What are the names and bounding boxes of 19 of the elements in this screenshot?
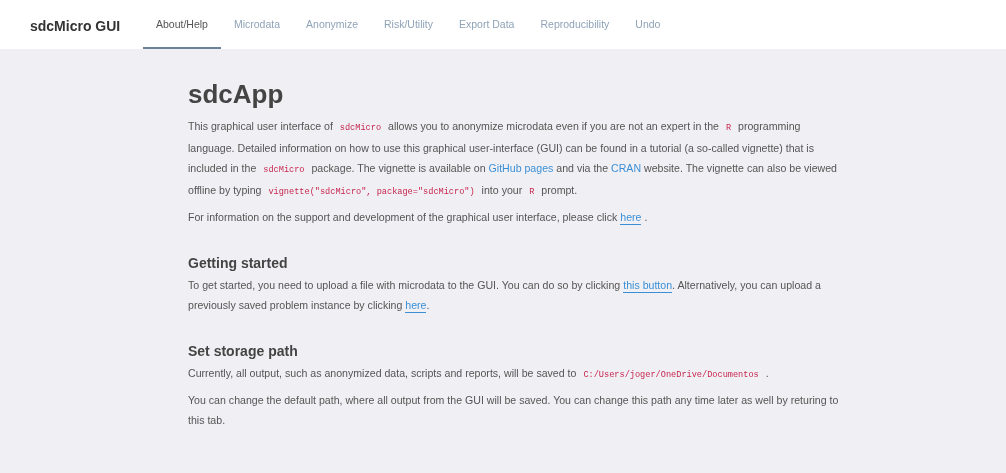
nav-tab[interactable]: Anonymize [293,0,371,49]
nav-tab[interactable]: Microdata [220,0,294,49]
nav-tab[interactable]: Reproducibility [527,0,623,49]
section-heading: Getting started [188,255,289,271]
nav-tab[interactable]: About/Help [143,0,221,49]
section-heading: sdcApp [188,79,285,110]
paragraph: To get started, you need to upload a file with microdata to the GUI. You can do so by clicking this button. Alternatively, you can upload a previously saved problem instance by clicking here. [188,278,822,315]
nav-tab[interactable]: Export Data [446,0,528,49]
app-title: sdcMicro GUI [29,17,122,34]
nav-tab[interactable]: Undo [622,0,674,49]
paragraph: For information on the support and development of the graphical user interface, please click here . [188,210,649,227]
section-heading: Set storage path [188,343,299,359]
text-link[interactable]: GitHub pages [488,162,554,174]
action-link[interactable]: here [620,211,642,225]
paragraph: You can change the default path, where all output from the GUI will be saved. You can change this path any time later as well by returing to this tab. [188,393,840,428]
paragraph: This graphical user interface of sdcMicro allows you to anonymize microdata even if you are not an expert in the R programming language. Detailed information on how to use this graphical user-interface (GUI) can be found in a tutorial (a so-called vignette) that is included in the sdcMicro package. The vignette is available on GitHub pages and via the CRAN website. The vignette can also be viewed offline by typing vignette("sdcMicro", package="sdcMicro") into your R prompt. [188,119,838,199]
text-link[interactable]: CRAN [611,162,642,174]
paragraph: Currently, all output, such as anonymized data, scripts and reports, will be saved to C:/Users/joger/OneDrive/Documentos . [188,366,770,382]
nav-tab[interactable]: Risk/Utility [371,0,446,49]
